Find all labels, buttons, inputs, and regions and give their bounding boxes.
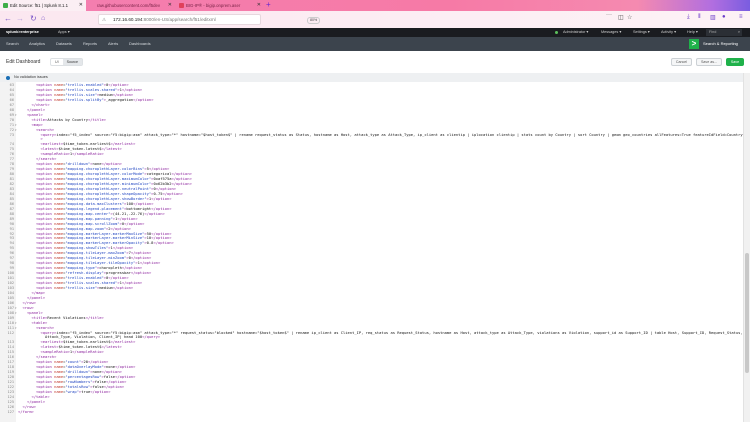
nav-alerts[interactable]: Alerts xyxy=(108,37,118,51)
splunk-favicon-icon xyxy=(3,3,8,8)
pocket-icon[interactable]: ◫ xyxy=(618,14,624,21)
url-host: 172.16.60.194 xyxy=(113,17,143,22)
splunk-logo[interactable]: splunk>enterprise xyxy=(6,28,39,37)
code-line: <query>index="f5_index" source="f5:bigip… xyxy=(40,132,744,137)
validation-bar: No validation issues xyxy=(0,73,745,82)
close-tab-icon[interactable]: ✕ xyxy=(257,0,261,11)
nav-search[interactable]: Search xyxy=(6,37,19,51)
sidebar-icon[interactable]: ▥ xyxy=(710,14,716,21)
bigip-favicon-icon xyxy=(179,3,184,8)
activity-menu[interactable]: Activity ▾ xyxy=(661,28,676,37)
library-icon[interactable]: ⫴ xyxy=(698,14,701,21)
save-as-button[interactable]: Save as... xyxy=(696,58,722,66)
cancel-button[interactable]: Cancel xyxy=(671,58,692,66)
nav-analytics[interactable]: Analytics xyxy=(29,37,45,51)
info-icon xyxy=(6,75,10,80)
tab-bigip[interactable]: BIG-IP® - bigip.onprem.aser ✕ xyxy=(176,0,264,11)
find-placeholder: Find xyxy=(709,30,717,34)
forward-icon[interactable]: → xyxy=(16,14,24,24)
messages-menu[interactable]: Messages ▾ xyxy=(601,28,621,37)
tab-edit-source[interactable]: Edit Source: f51 | Splunk 8.1.1 ✕ xyxy=(0,0,86,11)
find-input[interactable]: Find ⌕ xyxy=(706,29,742,36)
view-mode-toggle: UI Source xyxy=(50,58,83,66)
back-icon[interactable]: ← xyxy=(4,14,12,24)
account-icon[interactable]: ● xyxy=(722,14,726,20)
status-dot-icon xyxy=(555,31,558,34)
tab-title: BIG-IP® - bigip.onprem.aser xyxy=(186,3,241,8)
more-icon[interactable]: ··· xyxy=(606,12,612,18)
lock-warning-icon: ⚠ xyxy=(102,17,107,22)
close-tab-icon[interactable]: ✕ xyxy=(79,0,83,11)
url-path: :8000/en-US/app/search/f51/editxml xyxy=(142,17,216,22)
downloads-icon[interactable]: ⤓ xyxy=(687,14,690,21)
validation-message: No validation issues xyxy=(14,75,48,79)
code-line: </form> xyxy=(18,409,34,414)
settings-menu[interactable]: Settings ▾ xyxy=(633,28,650,37)
app-name[interactable]: Search & Reporting xyxy=(703,37,738,51)
splunk-top-bar: splunk>enterprise Apps ▾ Administrator ▾… xyxy=(0,28,750,37)
scrollbar-thumb[interactable] xyxy=(745,253,749,373)
app-logo-icon: > xyxy=(689,39,699,49)
home-icon[interactable]: ⌂ xyxy=(41,14,45,24)
help-menu[interactable]: Help ▾ xyxy=(687,28,698,37)
bookmark-star-icon[interactable]: ☆ xyxy=(627,14,632,21)
source-mode-button[interactable]: Source xyxy=(62,59,82,65)
editor-scrollbar[interactable] xyxy=(743,73,750,422)
edit-dashboard-header: Edit Dashboard UI Source Cancel Save as.… xyxy=(0,51,750,73)
url-bar[interactable]: ⚠ 172.16.60.194:8000/en-US/app/search/f5… xyxy=(98,14,321,25)
save-button[interactable]: Save xyxy=(726,58,744,66)
reload-icon[interactable]: ↻ xyxy=(30,14,37,24)
administrator-menu[interactable]: Administrator ▾ xyxy=(563,28,588,37)
app-nav-bar: Search Analytics Datasets Reports Alerts… xyxy=(0,37,750,51)
nav-datasets[interactable]: Datasets xyxy=(56,37,72,51)
tab-title: Edit Source: f51 | Splunk 8.1.1 xyxy=(10,3,68,8)
tab-github-raw[interactable]: raw.githubusercontent.com/f5dev ✕ xyxy=(87,0,175,11)
page-title: Edit Dashboard xyxy=(6,59,41,65)
xml-source-editor[interactable]: 63 <option name="trellis.enabled">0</opti… xyxy=(0,82,743,422)
search-icon: ⌕ xyxy=(737,30,740,34)
nav-reports[interactable]: Reports xyxy=(83,37,97,51)
apps-menu[interactable]: Apps ▾ xyxy=(58,28,70,37)
menu-icon[interactable]: ≡ xyxy=(739,14,743,20)
ui-mode-button[interactable]: UI xyxy=(51,59,63,65)
zoom-level[interactable]: 80% xyxy=(307,17,321,24)
browser-tab-bar: Edit Source: f51 | Splunk 8.1.1 ✕ raw.git… xyxy=(0,0,750,11)
browser-toolbar: ← → ↻ ⌂ ⚠ 172.16.60.194:8000/en-US/app/s… xyxy=(0,11,750,28)
close-tab-icon[interactable]: ✕ xyxy=(168,0,172,11)
nav-dashboards[interactable]: Dashboards xyxy=(129,37,151,51)
new-tab-icon[interactable]: + xyxy=(266,0,271,10)
tab-title: raw.githubusercontent.com/f5dev xyxy=(97,3,161,8)
